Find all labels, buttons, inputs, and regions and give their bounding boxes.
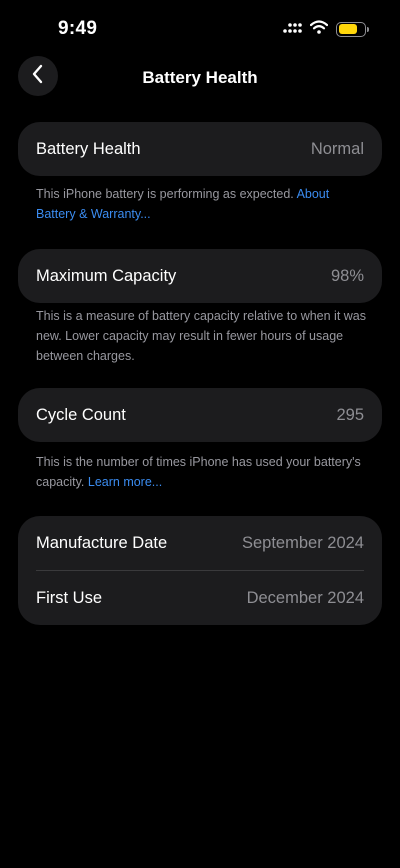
status-bar: 9:49 [0,0,400,58]
battery-level-fill [338,24,357,34]
cycle-count-note: This is the number of times iPhone has u… [36,452,366,492]
battery-health-label: Battery Health [36,139,141,158]
cycle-count-label: Cycle Count [36,405,126,424]
maximum-capacity-row: Maximum Capacity 98% [18,249,382,303]
first-use-row: First Use December 2024 [18,571,382,625]
learn-more-link[interactable]: Learn more... [88,475,162,489]
battery-health-value: Normal [310,139,364,158]
manufacture-date-label: Manufacture Date [36,533,168,552]
manufacture-date-row: Manufacture Date September 2024 [18,516,382,570]
battery-health-note: This iPhone battery is performing as exp… [36,184,366,224]
manufacture-date-value: September 2024 [241,533,364,552]
maximum-capacity-label: Maximum Capacity [36,266,177,285]
maximum-capacity-note: This is a measure of battery capacity re… [36,309,367,363]
battery-icon [336,21,369,37]
navigation-bar: Battery Health [0,56,400,98]
cycle-count-row: Cycle Count 295 [18,388,382,442]
cycle-count-card: Cycle Count 295 [18,388,382,442]
wifi-icon [309,19,329,39]
signal-icon [282,20,302,39]
battery-health-card: Battery Health Normal [18,122,382,176]
battery-health-row: Battery Health Normal [18,122,382,176]
first-use-label: First Use [36,588,102,607]
maximum-capacity-value: 98% [330,266,364,285]
status-icons [282,19,369,39]
cycle-count-value: 295 [336,405,364,424]
dates-card: Manufacture Date September 2024 First Us… [18,516,382,625]
cycle-count-note-text: This is the number of times iPhone has u… [36,455,361,489]
page-title: Battery Health [142,68,258,87]
status-time: 9:49 [58,18,98,39]
maximum-capacity-card: Maximum Capacity 98% [18,249,382,303]
battery-health-note-text: This iPhone battery is performing as exp… [36,187,297,201]
first-use-value: December 2024 [246,588,364,607]
